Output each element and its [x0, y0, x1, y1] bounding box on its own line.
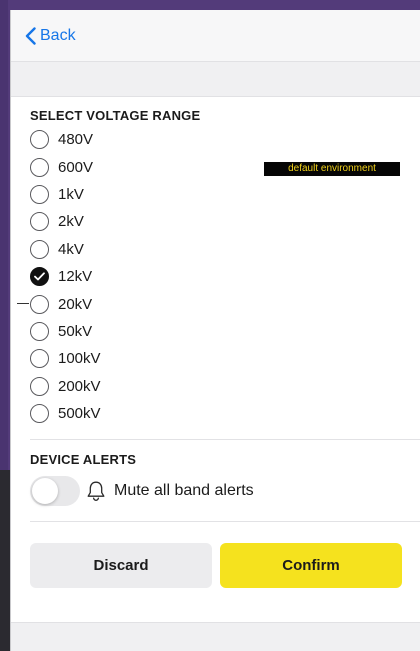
radio-unchecked-icon[interactable] [30, 404, 49, 424]
radio-unchecked-icon[interactable] [30, 130, 49, 150]
checkmark-icon [34, 272, 45, 281]
bottom-bar [11, 622, 420, 651]
radio-unchecked-icon[interactable] [30, 376, 49, 396]
voltage-option-200kv[interactable]: 200kV [30, 373, 420, 400]
toggle-knob [32, 478, 58, 505]
radio-unchecked-icon[interactable] [30, 321, 49, 341]
environment-badge: default environment [264, 162, 400, 176]
navigation-bar: Back [11, 10, 420, 62]
voltage-section-title: SELECT VOLTAGE RANGE [30, 108, 201, 123]
action-buttons: Discard Confirm [30, 543, 420, 589]
radio-unchecked-icon[interactable] [30, 294, 49, 314]
voltage-option-500kv[interactable]: 500kV [30, 400, 420, 427]
section-divider [30, 521, 420, 523]
connector-line [17, 303, 29, 304]
voltage-option-2kv[interactable]: 2kV [30, 208, 420, 235]
voltage-option-label: 20kV [58, 295, 93, 313]
back-button[interactable]: Back [25, 27, 76, 45]
mute-alerts-row: Mute all band alerts [30, 473, 420, 509]
voltage-option-label: 200kV [58, 377, 101, 395]
voltage-option-label: 480V [58, 131, 94, 149]
voltage-option-100kv[interactable]: 100kV [30, 345, 420, 372]
radio-unchecked-icon[interactable] [30, 349, 49, 369]
voltage-option-label: 50kV [58, 322, 93, 340]
voltage-option-12kv[interactable]: 12kV [30, 263, 420, 290]
voltage-option-4kv[interactable]: 4kV [30, 236, 420, 263]
discard-button[interactable]: Discard [30, 543, 212, 589]
radio-unchecked-icon[interactable] [30, 157, 49, 177]
chevron-left-icon [25, 26, 36, 45]
mute-alerts-label: Mute all band alerts [114, 482, 254, 500]
voltage-option-50kv[interactable]: 50kV [30, 318, 420, 345]
voltage-option-label: 12kV [58, 268, 93, 286]
voltage-option-label: 500kV [58, 405, 101, 423]
voltage-option-label: 100kV [58, 350, 101, 368]
voltage-option-1kv[interactable]: 1kV [30, 181, 420, 208]
alerts-section-title: DEVICE ALERTS [30, 452, 137, 468]
bell-icon [87, 481, 105, 502]
section-divider [30, 439, 420, 441]
voltage-option-label: 1kV [58, 185, 84, 203]
sub-toolbar [11, 62, 420, 97]
voltage-option-label: 2kV [58, 213, 84, 231]
radio-checked-icon[interactable] [30, 267, 49, 287]
mute-alerts-toggle[interactable] [30, 476, 80, 507]
voltage-option-label: 4kV [58, 240, 84, 258]
voltage-option-20kv[interactable]: 20kV [30, 290, 420, 317]
content-area: SELECT VOLTAGE RANGE default environment… [11, 107, 420, 589]
voltage-radio-group: default environment 480V 600V 1kV 2kV 4kV 12k… [17, 126, 420, 427]
radio-unchecked-icon[interactable] [30, 184, 49, 204]
back-label: Back [40, 26, 76, 44]
radio-unchecked-icon[interactable] [30, 212, 49, 232]
voltage-option-label: 600V [58, 158, 94, 176]
voltage-option-480v[interactable]: 480V [30, 126, 420, 153]
radio-unchecked-icon[interactable] [30, 239, 49, 259]
settings-panel: Back SELECT VOLTAGE RANGE default enviro… [10, 10, 420, 651]
confirm-button[interactable]: Confirm [220, 543, 402, 589]
